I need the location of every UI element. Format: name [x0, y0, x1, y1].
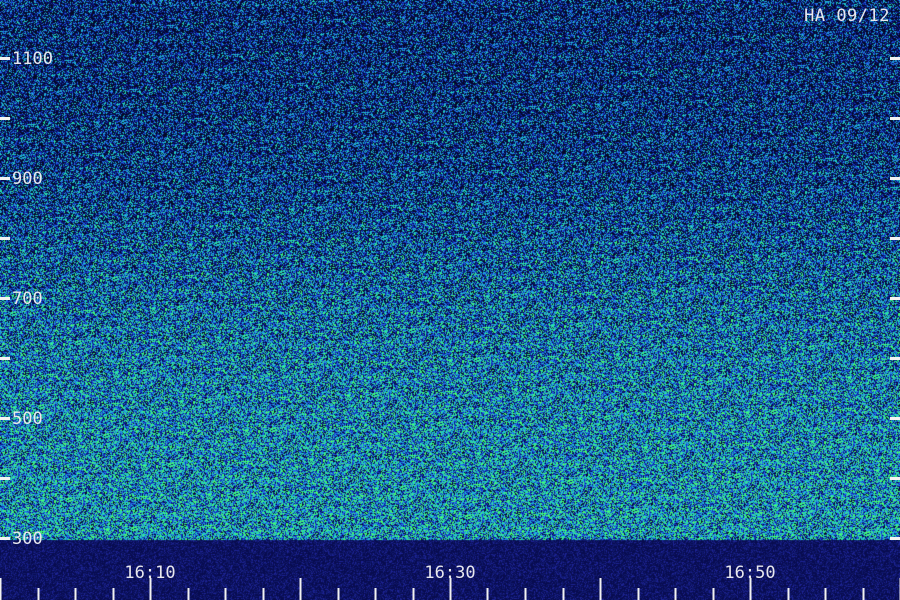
y-tick-label: 1100 [12, 49, 53, 69]
y-tick-label: 300 [12, 529, 43, 549]
y-tick-label: 500 [12, 409, 43, 429]
chart-axes: 300 500 700 900 1100 16:10 16:30 16:50 [0, 49, 900, 600]
y-tick-label: 900 [12, 169, 43, 189]
y-tick-label: 700 [12, 289, 43, 309]
x-tick-label: 16:10 [124, 563, 175, 583]
station-date-label: HA 09/12 [804, 6, 890, 26]
x-tick-label: 16:50 [724, 563, 775, 583]
spectrogram-panel: 300 500 700 900 1100 16:10 16:30 16:50 HA 09/12 [0, 0, 900, 600]
x-tick-label: 16:30 [424, 563, 475, 583]
